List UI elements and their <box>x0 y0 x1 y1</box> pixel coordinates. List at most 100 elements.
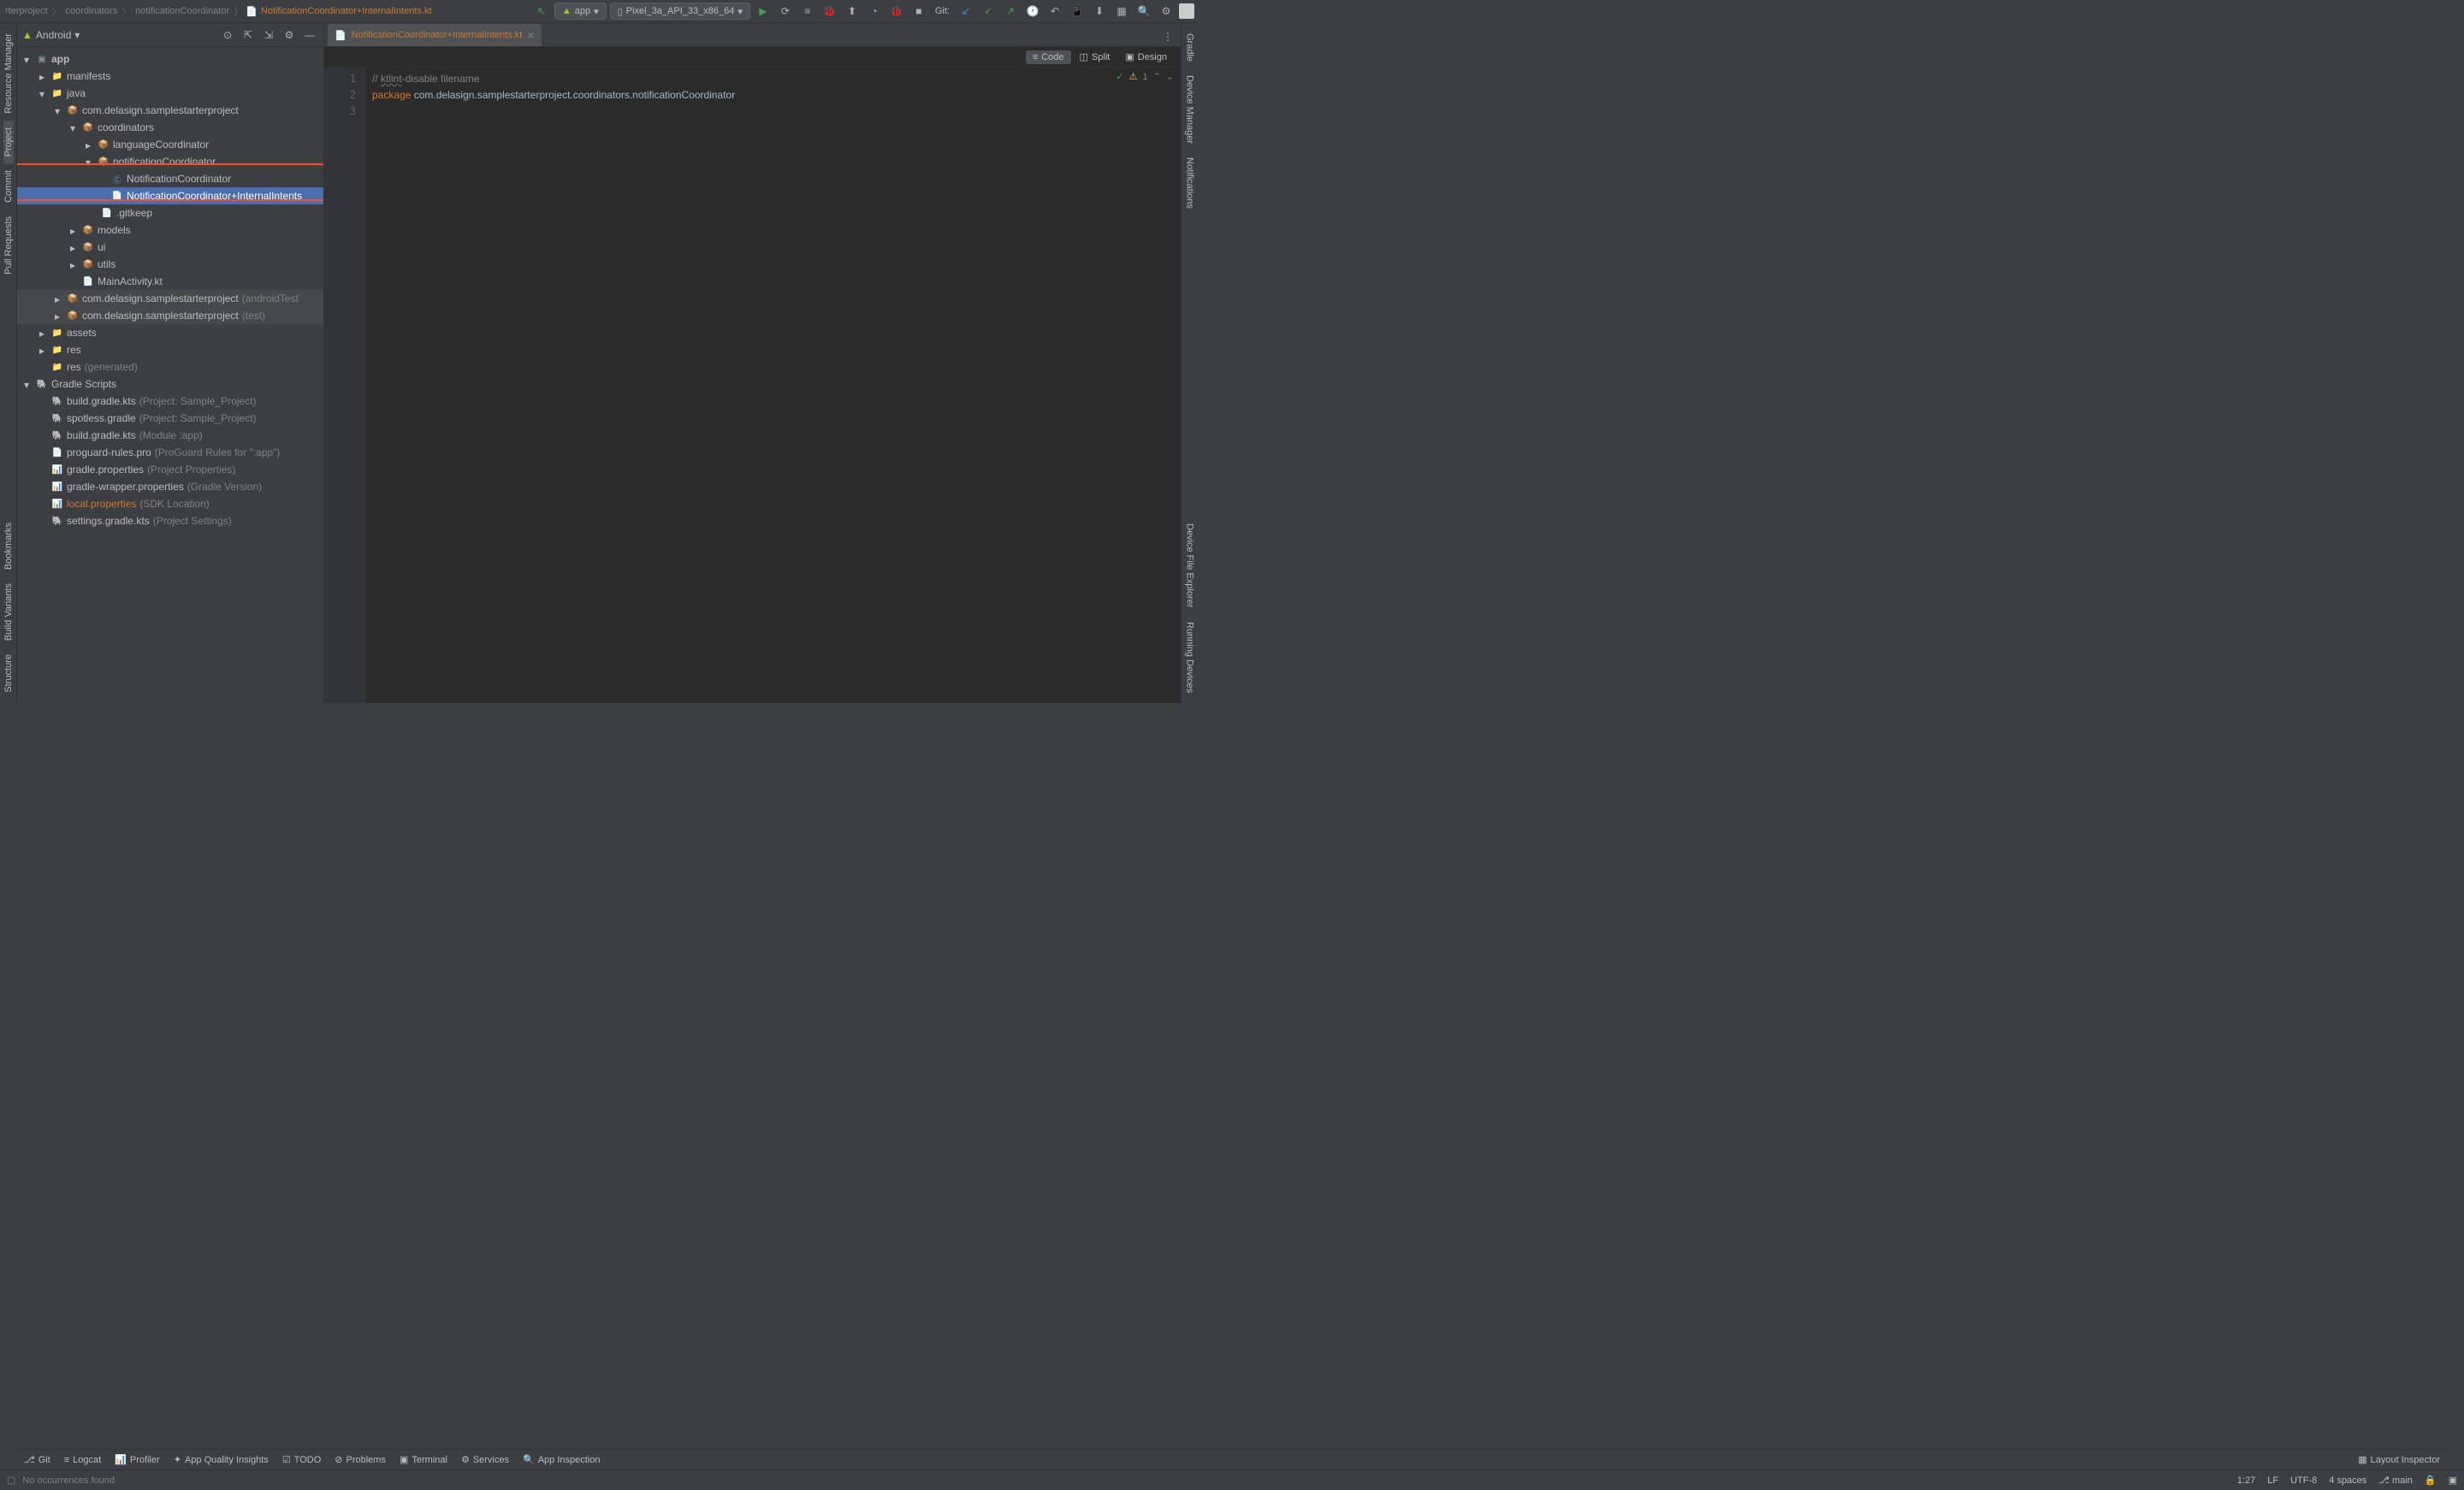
tree-pkg-test[interactable]: ▸📦com.delasign.samplestarterproject(test… <box>17 307 323 324</box>
tree-res-gen[interactable]: 📁res(generated) <box>17 358 323 375</box>
view-split-button[interactable]: ◫Split <box>1073 50 1117 64</box>
tree-models[interactable]: ▸📦models <box>17 222 323 239</box>
todo-tool-button[interactable]: ☑TODO <box>282 1454 321 1465</box>
run-config-dropdown[interactable]: ▲ app ▾ <box>554 3 607 20</box>
running-devices-tab[interactable]: Running Devices <box>1185 615 1195 700</box>
avd-manager-icon[interactable]: 📱 <box>1068 2 1087 21</box>
logcat-tool-button[interactable]: ≡Logcat <box>64 1455 101 1465</box>
device-file-explorer-tab[interactable]: Device File Explorer <box>1185 517 1195 614</box>
git-commit-icon[interactable]: ✓ <box>979 2 998 21</box>
tree-notif-intents[interactable]: 📄NotificationCoordinator+InternalIntents <box>17 187 323 204</box>
settings-icon[interactable]: ⚙ <box>1157 2 1176 21</box>
tree-build-project[interactable]: 🐘build.gradle.kts(Project: Sample_Projec… <box>17 393 323 410</box>
apply-changes-icon[interactable]: ⟳ <box>776 2 795 21</box>
tree-manifests[interactable]: ▸📁manifests <box>17 68 323 85</box>
cursor-position[interactable]: 1:27 <box>2237 1475 2255 1486</box>
chevron-up-icon[interactable]: ⌃ <box>1153 71 1161 82</box>
app-quality-tool-button[interactable]: ✦App Quality Insights <box>174 1454 269 1465</box>
process-icon[interactable]: ▣ <box>2449 1475 2457 1486</box>
gradle-tab[interactable]: Gradle <box>1185 27 1195 68</box>
chevron-down-icon[interactable]: ⌄ <box>1166 71 1174 82</box>
profiler-tool-button[interactable]: 📊Profiler <box>115 1454 160 1465</box>
device-dropdown[interactable]: ▯ Pixel_3a_API_33_x86_64 ▾ <box>610 3 750 20</box>
debug-button[interactable]: 🐞 <box>820 2 839 21</box>
tree-notif-coord[interactable]: ▾📦notificationCoordinator <box>17 153 323 170</box>
tree-coordinators[interactable]: ▾📦coordinators <box>17 119 323 136</box>
commit-tab[interactable]: Commit <box>3 163 14 210</box>
line-number[interactable]: 1 <box>324 71 364 87</box>
git-pull-icon[interactable]: ↙ <box>957 2 975 21</box>
collapse-all-icon[interactable]: ⇲ <box>260 27 277 44</box>
sdk-manager-icon[interactable]: ⬇ <box>1090 2 1109 21</box>
git-push-icon[interactable]: ↗ <box>1001 2 1020 21</box>
tree-notif-class[interactable]: ⒸNotificationCoordinator <box>17 170 323 187</box>
inspection-status[interactable]: ✓ ⚠ 1 ⌃ ⌄ <box>1116 71 1174 82</box>
tree-language-coord[interactable]: ▸📦languageCoordinator <box>17 136 323 153</box>
line-number[interactable]: 2 <box>324 87 364 103</box>
tree-build-app[interactable]: 🐘build.gradle.kts(Module :app) <box>17 427 323 444</box>
sync-icon[interactable]: ↖ <box>532 2 551 21</box>
code-editor[interactable]: 1 2 3 // ktlint-disable filename package… <box>324 68 1181 703</box>
tree-gradle-scripts[interactable]: ▾🐘Gradle Scripts <box>17 375 323 393</box>
status-icon[interactable]: ▢ <box>7 1475 15 1486</box>
tree-java[interactable]: ▾📁java <box>17 85 323 102</box>
search-icon[interactable]: 🔍 <box>1134 2 1153 21</box>
terminal-tool-button[interactable]: ▣Terminal <box>400 1454 447 1465</box>
tree-utils[interactable]: ▸📦utils <box>17 256 323 273</box>
editor-tab[interactable]: 📄 NotificationCoordinator+InternalIntent… <box>328 24 542 46</box>
hide-icon[interactable]: — <box>301 27 318 44</box>
indent[interactable]: 4 spaces <box>2329 1475 2366 1486</box>
tree-pkg-atest[interactable]: ▸📦com.delasign.samplestarterproject(andr… <box>17 290 323 307</box>
problems-tool-button[interactable]: ⊘Problems <box>335 1454 386 1465</box>
attach-debugger-icon[interactable]: 🐞 <box>887 2 906 21</box>
layout-inspector-tool-button[interactable]: ▦Layout Inspector <box>2358 1454 2440 1465</box>
tree-gitkeep[interactable]: 📄.gitkeep <box>17 204 323 222</box>
breadcrumb-item[interactable]: coordinators <box>64 6 120 16</box>
tree-main-activity[interactable]: 📄MainActivity.kt <box>17 273 323 290</box>
resource-manager-tab[interactable]: Resource Manager <box>3 27 14 121</box>
undo-icon[interactable]: ↶ <box>1045 2 1064 21</box>
view-design-button[interactable]: ▣Design <box>1118 50 1174 64</box>
view-code-button[interactable]: ≡Code <box>1026 50 1071 64</box>
resource-manager-icon[interactable]: ▦ <box>1112 2 1131 21</box>
expand-all-icon[interactable]: ⇱ <box>240 27 257 44</box>
git-branch[interactable]: ⎇ main <box>2378 1475 2413 1486</box>
panel-title[interactable]: ▲ Android ▾ <box>22 29 80 41</box>
tree-res[interactable]: ▸📁res <box>17 341 323 358</box>
breadcrumb-file[interactable]: 📄 NotificationCoordinator+InternalIntent… <box>246 6 431 17</box>
tree-app[interactable]: ▾▣app <box>17 50 323 68</box>
tree-wrapper-props[interactable]: 📊gradle-wrapper.properties(Gradle Versio… <box>17 478 323 495</box>
more-icon[interactable]: ⋮ <box>1158 27 1177 46</box>
tree-ui[interactable]: ▸📦ui <box>17 239 323 256</box>
bookmarks-tab[interactable]: Bookmarks <box>3 516 14 576</box>
run-button[interactable]: ▶ <box>754 2 773 21</box>
select-opened-file-icon[interactable]: ⊙ <box>219 27 236 44</box>
avatar-icon[interactable] <box>1179 3 1194 19</box>
structure-tab[interactable]: Structure <box>3 647 14 700</box>
project-tab[interactable]: Project <box>3 121 14 163</box>
tree-gradle-props[interactable]: 📊gradle.properties(Project Properties) <box>17 461 323 478</box>
notifications-tab[interactable]: Notifications <box>1185 151 1195 216</box>
code-text[interactable]: // ktlint-disable filename package com.d… <box>365 68 1181 703</box>
services-tool-button[interactable]: ⚙Services <box>461 1454 509 1465</box>
tree-proguard[interactable]: 📄proguard-rules.pro(ProGuard Rules for "… <box>17 444 323 461</box>
tree-spotless[interactable]: 🐘spotless.gradle(Project: Sample_Project… <box>17 410 323 427</box>
lock-icon[interactable]: 🔒 <box>2425 1475 2437 1486</box>
project-tree[interactable]: ▾▣app ▸📁manifests ▾📁java ▾📦com.delasign.… <box>17 47 323 703</box>
tree-local-props[interactable]: 📊local.properties(SDK Location) <box>17 495 323 512</box>
git-tool-button[interactable]: ⎇Git <box>24 1454 50 1465</box>
stop-button[interactable]: ■ <box>909 2 928 21</box>
tree-assets[interactable]: ▸📁assets <box>17 324 323 341</box>
tree-pkg-main[interactable]: ▾📦com.delasign.samplestarterproject <box>17 102 323 119</box>
breadcrumb-item[interactable]: notificationCoordinator <box>133 6 231 16</box>
line-number[interactable]: 3 <box>324 103 364 120</box>
app-inspection-tool-button[interactable]: 🔍App Inspection <box>523 1454 600 1465</box>
history-icon[interactable]: 🕐 <box>1023 2 1042 21</box>
apply-code-icon[interactable]: ≡ <box>798 2 817 21</box>
breadcrumb-item[interactable]: rterproject <box>3 6 50 16</box>
build-variants-tab[interactable]: Build Variants <box>3 576 14 647</box>
settings-icon[interactable]: ⚙ <box>281 27 298 44</box>
line-separator[interactable]: LF <box>2267 1475 2278 1486</box>
device-manager-tab[interactable]: Device Manager <box>1185 68 1195 151</box>
close-tab-icon[interactable]: × <box>527 28 534 42</box>
